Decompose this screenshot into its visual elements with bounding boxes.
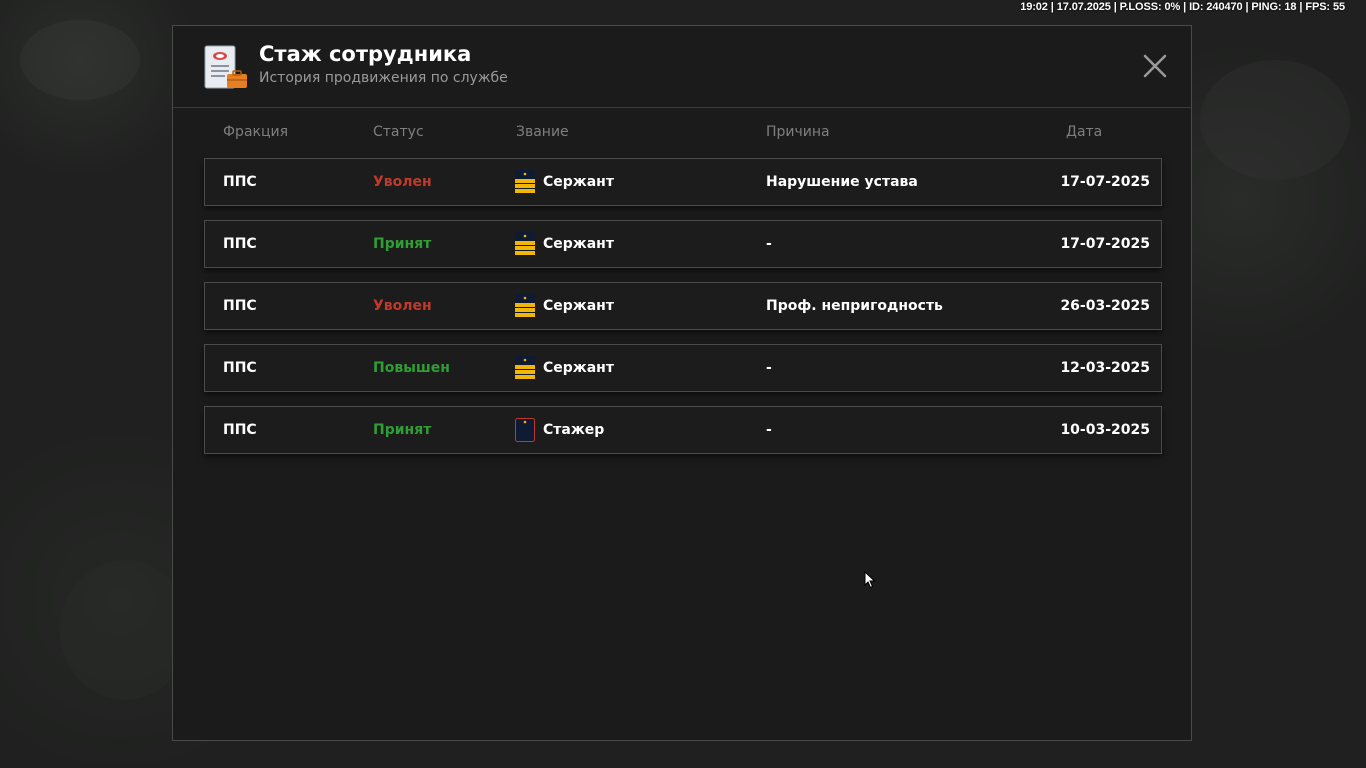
table-row: ППС Уволен Сержант Проф. непригодность 2… (204, 282, 1162, 330)
row-faction: ППС (223, 236, 257, 252)
row-faction: ППС (223, 422, 257, 438)
table-row: ППС Уволен Сержант Нарушение устава 17-0… (204, 158, 1162, 206)
row-rank: Сержант (515, 283, 614, 329)
sergeant-shoulder-board-icon (515, 232, 535, 256)
column-header-reason: Причина (766, 124, 830, 140)
modal-title: Стаж сотрудника (259, 42, 472, 66)
row-date: 17-07-2025 (1060, 174, 1150, 190)
column-header-date: Дата (1066, 124, 1103, 140)
document-briefcase-icon (204, 45, 247, 89)
row-rank: Сержант (515, 159, 614, 205)
table-row: ППС Принят Стажер - 10-03-2025 (204, 406, 1162, 454)
row-reason: - (766, 422, 772, 438)
row-status: Принят (373, 422, 432, 438)
row-reason: - (766, 236, 772, 252)
trainee-shoulder-board-icon (515, 418, 535, 442)
row-rank-label: Сержант (543, 360, 614, 376)
mouse-cursor-icon (864, 571, 876, 589)
row-date: 17-07-2025 (1060, 236, 1150, 252)
row-status: Повышен (373, 360, 450, 376)
column-header-status: Статус (373, 124, 424, 140)
row-rank-label: Стажер (543, 422, 605, 438)
row-rank: Сержант (515, 221, 614, 267)
row-date: 12-03-2025 (1060, 360, 1150, 376)
row-faction: ППС (223, 298, 257, 314)
table-row: ППС Принят Сержант - 17-07-2025 (204, 220, 1162, 268)
table-header: Фракция Статус Звание Причина Дата (173, 124, 1191, 144)
row-date: 10-03-2025 (1060, 422, 1150, 438)
row-date: 26-03-2025 (1060, 298, 1150, 314)
row-rank: Сержант (515, 345, 614, 391)
row-status: Принят (373, 236, 432, 252)
sergeant-shoulder-board-icon (515, 170, 535, 194)
background-blur-blob (20, 20, 140, 100)
background-blur-blob (60, 560, 190, 700)
modal-subtitle: История продвижения по службе (259, 70, 508, 86)
sergeant-shoulder-board-icon (515, 294, 535, 318)
column-header-rank: Звание (516, 124, 569, 140)
row-reason: - (766, 360, 772, 376)
row-status: Уволен (373, 298, 432, 314)
row-faction: ППС (223, 360, 257, 376)
row-rank-label: Сержант (543, 298, 614, 314)
row-reason: Нарушение устава (766, 174, 918, 190)
employee-service-modal: Стаж сотрудника История продвижения по с… (172, 25, 1192, 741)
table-row: ППС Повышен Сержант - 12-03-2025 (204, 344, 1162, 392)
row-rank-label: Сержант (543, 236, 614, 252)
service-history-list: ППС Уволен Сержант Нарушение устава 17-0… (204, 158, 1162, 468)
background-blur-blob (1200, 60, 1350, 180)
row-rank: Стажер (515, 407, 604, 453)
row-rank-label: Сержант (543, 174, 614, 190)
sergeant-shoulder-board-icon (515, 356, 535, 380)
row-faction: ППС (223, 174, 257, 190)
status-hud: 19:02 | 17.07.2025 | P.LOSS: 0% | ID: 24… (1020, 1, 1345, 13)
column-header-faction: Фракция (223, 124, 289, 140)
row-reason: Проф. непригодность (766, 298, 943, 314)
modal-header: Стаж сотрудника История продвижения по с… (173, 26, 1191, 108)
close-icon[interactable] (1143, 54, 1167, 78)
row-status: Уволен (373, 174, 432, 190)
